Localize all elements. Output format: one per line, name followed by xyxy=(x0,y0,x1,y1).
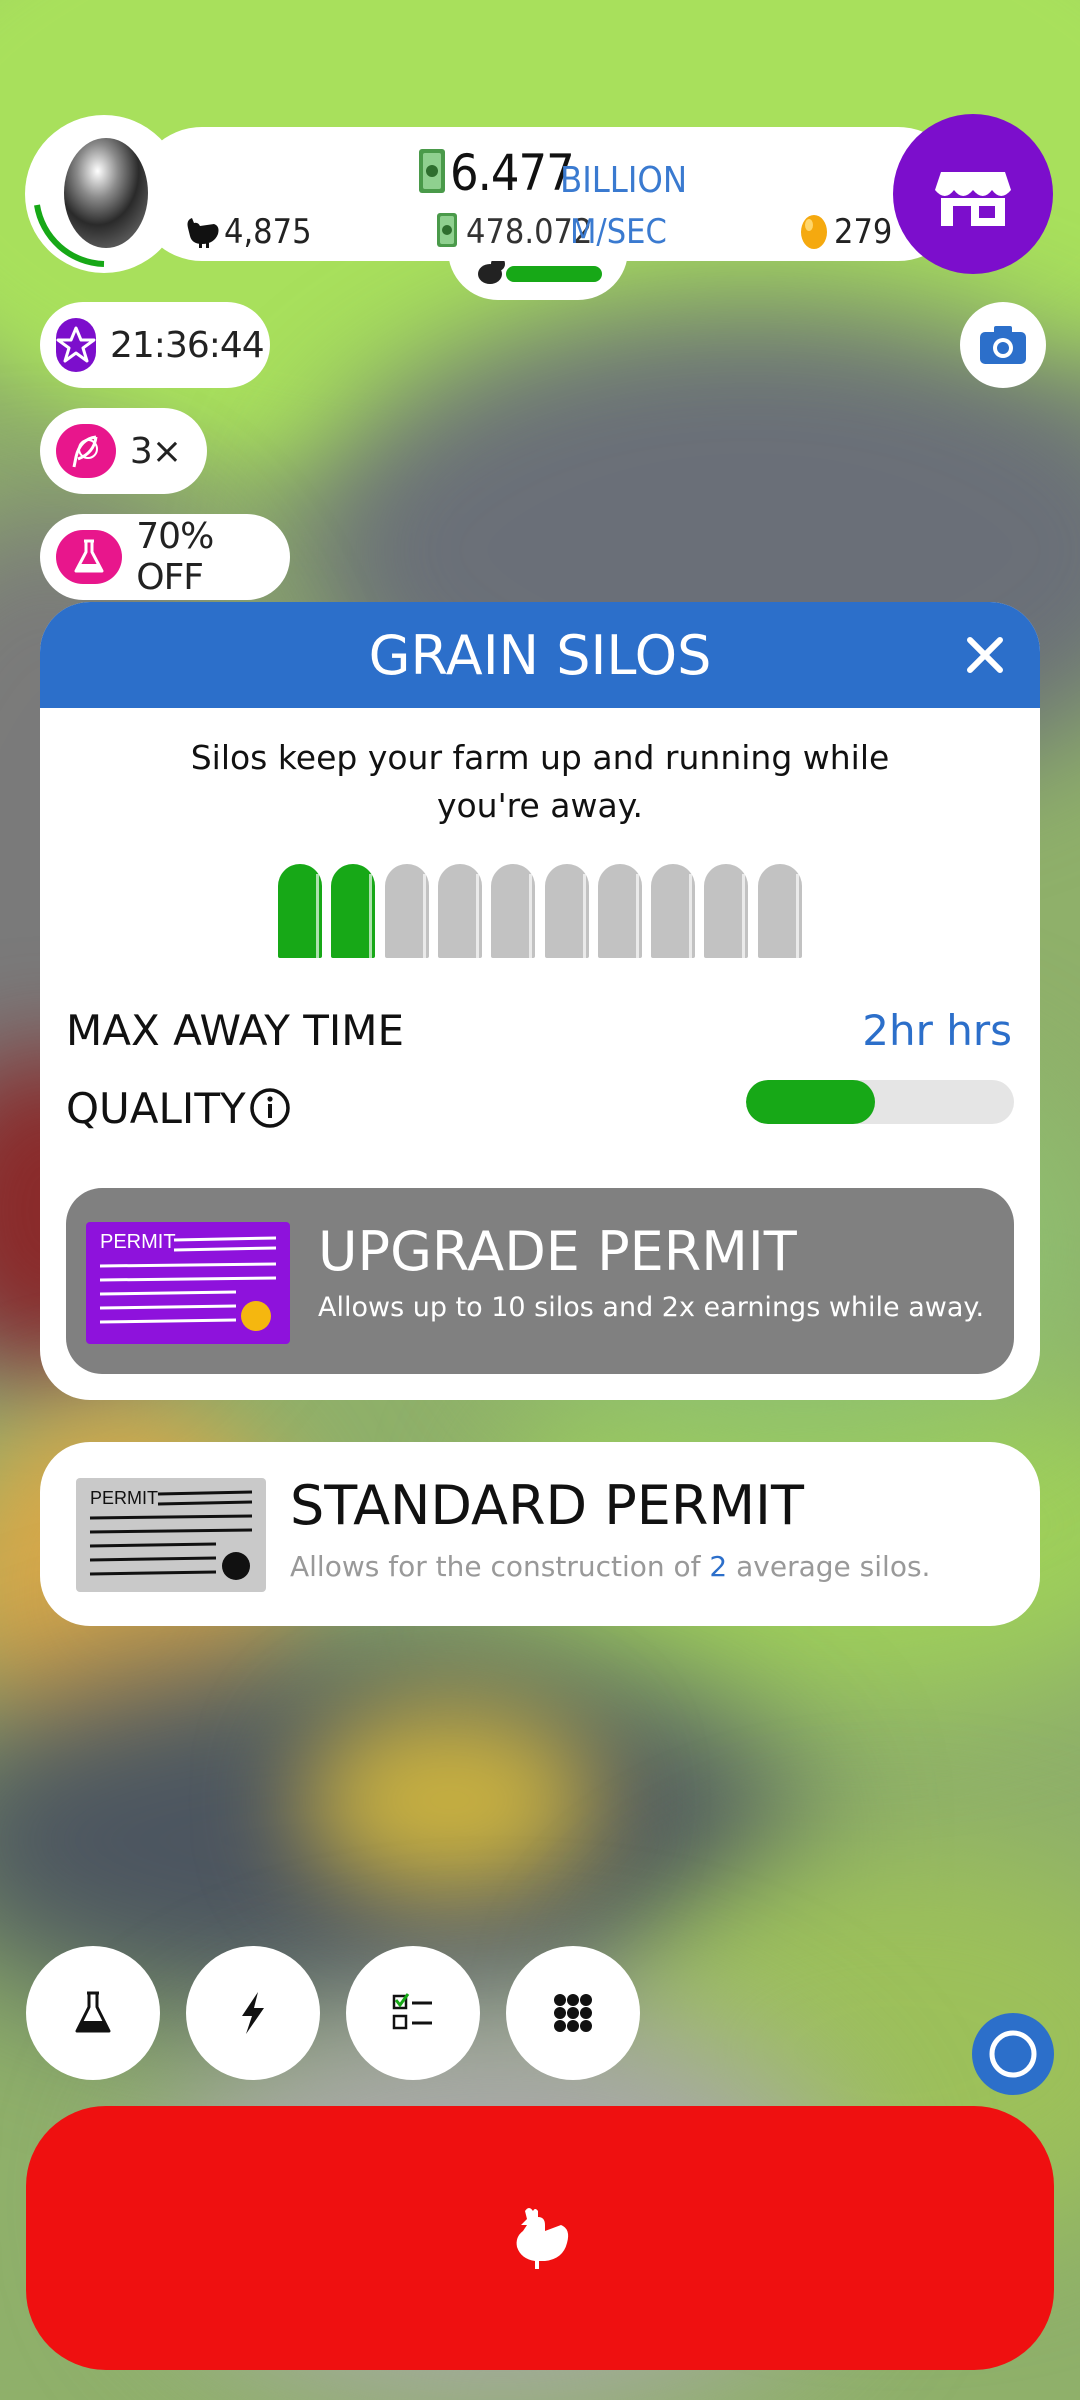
silos-row xyxy=(278,864,818,962)
ring-icon xyxy=(989,2030,1037,2078)
standard-permit-silo-count: 2 xyxy=(709,1550,728,1583)
hatch-chicken-button[interactable] xyxy=(26,2106,1054,2370)
standard-permit-card: PERMIT STANDARD PERMIT Allows for the co… xyxy=(40,1442,1040,1626)
silo-built xyxy=(331,864,375,958)
upgrade-permit-description: Allows up to 10 silos and 2x earnings wh… xyxy=(318,1292,985,1323)
cash-icon xyxy=(419,149,445,193)
boost-multiplier: 3× xyxy=(129,430,182,472)
standard-permit-description: Allows for the construction of 2 average… xyxy=(290,1550,930,1583)
checklist-icon xyxy=(392,1993,432,2030)
menu-button[interactable] xyxy=(506,1946,640,2080)
golden-egg-icon xyxy=(801,215,827,249)
chicken-count-icon xyxy=(187,218,219,248)
standard-permit-desc-prefix: Allows for the construction of xyxy=(290,1550,701,1583)
shop-button[interactable] xyxy=(893,114,1053,274)
upgrade-permit-title: UPGRADE PERMIT xyxy=(318,1220,797,1283)
missions-button[interactable] xyxy=(346,1946,480,2080)
quality-label: QUALITY xyxy=(66,1084,246,1133)
lightning-icon xyxy=(242,1992,264,2034)
info-icon[interactable] xyxy=(248,1086,292,1130)
dialog-title: GRAIN SILOS xyxy=(368,623,712,687)
golden-egg-count: 279 xyxy=(834,212,893,252)
silo-empty xyxy=(438,864,482,958)
silo-empty xyxy=(385,864,429,958)
camera-icon xyxy=(980,326,1026,364)
camera-button[interactable] xyxy=(960,302,1046,388)
silo-empty xyxy=(598,864,642,958)
egg-progress-ring xyxy=(34,204,105,267)
permit-gray-icon: PERMIT xyxy=(76,1478,266,1592)
flask-icon xyxy=(56,530,123,584)
standard-permit-word: PERMIT xyxy=(90,1488,158,1508)
silo-empty xyxy=(704,864,748,958)
feather-icon xyxy=(56,424,116,478)
max-away-label: MAX AWAY TIME xyxy=(66,1006,405,1055)
star-icon xyxy=(56,318,96,372)
boost-timer-pill[interactable]: 21:36:44 xyxy=(40,302,270,388)
earning-rate-unit: M/SEC xyxy=(570,212,667,252)
flask-icon xyxy=(75,1991,111,2033)
grain-silos-dialog: GRAIN SILOS Silos keep your farm up and … xyxy=(40,602,1040,1400)
standard-permit-desc-suffix: average silos. xyxy=(736,1550,931,1583)
research-button[interactable] xyxy=(26,1946,160,2080)
silo-empty xyxy=(758,864,802,958)
quality-bar xyxy=(746,1080,1014,1124)
silo-built xyxy=(278,864,322,958)
boost-multiplier-pill[interactable]: 3× xyxy=(40,408,207,494)
upgrade-permit-word: PERMIT xyxy=(100,1231,176,1253)
dialog-description: Silos keep your farm up and running whil… xyxy=(190,738,890,825)
permit-purple-icon: PERMIT xyxy=(86,1222,290,1344)
chicken-count: 4,875 xyxy=(224,212,312,252)
chicken-icon xyxy=(516,2208,569,2269)
research-discount: 70% OFF xyxy=(136,516,214,598)
shop-icon xyxy=(935,172,1011,226)
grid-icon xyxy=(554,1994,592,2032)
upgrade-permit-button[interactable]: PERMIT UPGRADE PERMIT Allows up to 10 si… xyxy=(66,1188,1014,1374)
silo-empty xyxy=(491,864,535,958)
overlay-button[interactable] xyxy=(972,2013,1054,2095)
money-value: 6.477 xyxy=(450,144,575,202)
close-icon[interactable] xyxy=(960,630,1010,680)
silo-empty xyxy=(651,864,695,958)
silo-empty xyxy=(545,864,589,958)
cash-rate-icon xyxy=(437,213,457,247)
dialog-header: GRAIN SILOS xyxy=(40,602,1040,708)
max-away-value: 2hr hrs xyxy=(862,1006,1012,1055)
standard-permit-title: STANDARD PERMIT xyxy=(290,1474,804,1537)
money-unit: BILLION xyxy=(560,160,688,201)
boost-timer: 21:36:44 xyxy=(110,324,265,366)
research-discount-pill[interactable]: 70% OFF xyxy=(40,514,290,600)
quality-bar-fill xyxy=(746,1080,875,1124)
boosts-button[interactable] xyxy=(186,1946,320,2080)
